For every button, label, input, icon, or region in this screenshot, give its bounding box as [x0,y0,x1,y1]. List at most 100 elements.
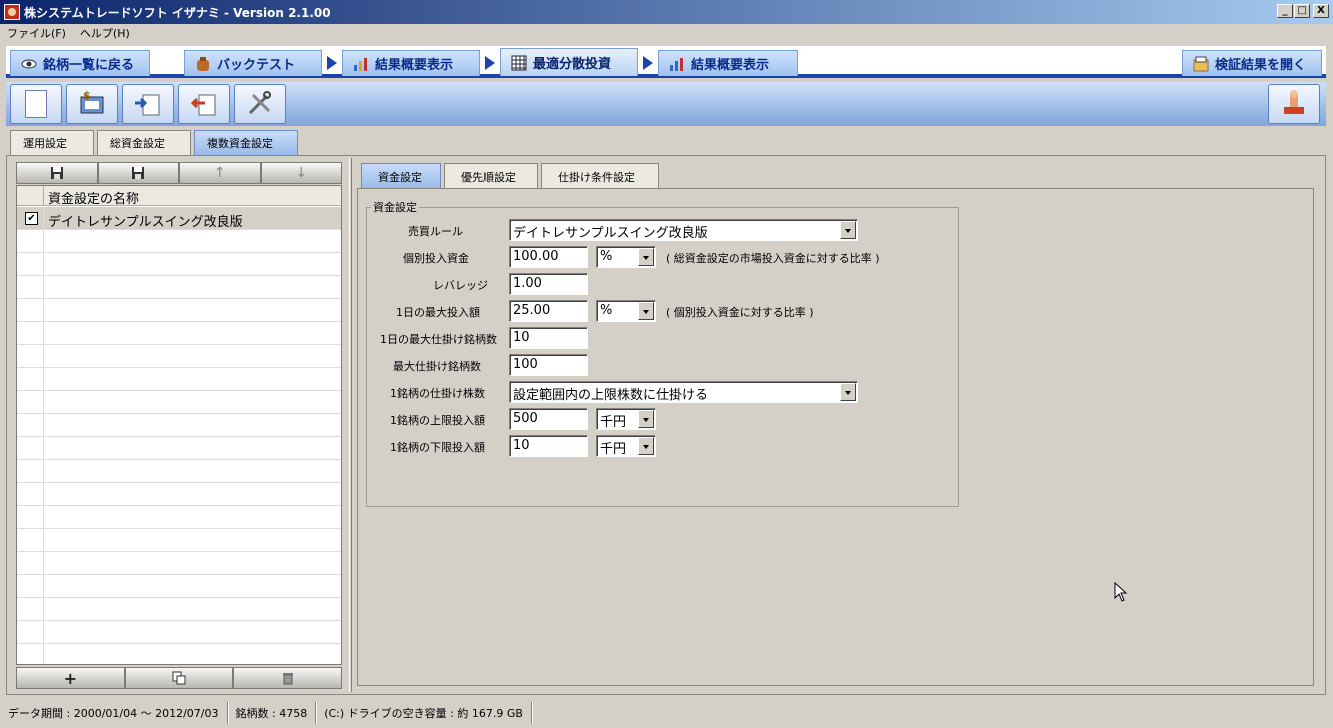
daily-max-stocks-label: 1日の最大仕掛け銘柄数 [380,333,497,346]
table-row [17,299,341,322]
minimize-button[interactable]: _ [1277,4,1293,18]
row-name: デイトレサンプルスイング改良版 [48,215,243,230]
tab-capital-settings[interactable]: 資金設定 [361,163,441,189]
nav-result-summary-2[interactable]: 結果概要表示 [658,50,798,76]
tab-multiple-capital-settings[interactable]: 複数資金設定 [194,130,298,155]
table-row [17,345,341,368]
trade-rule-select[interactable]: デイトレサンプルスイング改良版 [509,219,858,241]
tab-entry-condition-settings[interactable]: 仕掛け条件設定 [541,163,659,189]
nav-tab-label: 結果概要表示 [375,58,454,73]
status-stock-count: 銘柄数 : 4758 [228,702,317,724]
trade-rule-value: デイトレサンプルスイング改良版 [513,226,708,241]
chevron-down-icon [638,302,654,320]
individual-capital-unit: % [600,249,613,264]
lower-limit-label: 1銘柄の下限投入額 [390,441,485,454]
upper-limit-unit: 千円 [600,415,627,430]
nav-arrow-icon [643,56,653,70]
new-document-icon [25,90,47,118]
copy-button[interactable] [124,667,234,689]
upper-limit-unit-select[interactable]: 千円 [596,408,656,430]
delete-button[interactable] [233,667,343,689]
group-title: 資金設定 [371,199,419,215]
nav-optimal-diversification[interactable]: 最適分散投資 [500,48,638,76]
lower-limit-unit-select[interactable]: 千円 [596,435,656,457]
table-row [17,368,341,391]
leverage-input[interactable]: 1.00 [509,273,588,295]
save-as-button[interactable] [97,162,179,184]
table-row [17,575,341,598]
tab-operation-settings[interactable]: 運用設定 [10,130,94,155]
mouse-cursor-icon [1114,582,1128,602]
grid-header-name: 資金設定の名称 [48,192,140,207]
export-icon [133,89,163,120]
add-button[interactable]: + [16,667,125,689]
status-drive-space: (C:) ドライブの空き容量 : 約 167.9 GB [316,702,532,724]
daily-max-stocks-input[interactable]: 10 [509,327,588,349]
move-up-icon: ↑ [213,165,226,181]
individual-capital-input[interactable]: 100.00 [509,246,588,268]
eye-icon [21,56,37,72]
save-button[interactable] [16,162,98,184]
list-toolbar: ↑ ↓ [16,162,342,184]
table-row [17,322,341,345]
close-button[interactable]: X [1313,4,1329,18]
tab-priority-settings[interactable]: 優先順設定 [444,163,538,189]
bag-icon [195,56,211,72]
table-row [17,276,341,299]
chevron-down-icon [840,383,856,401]
money-calculator-button[interactable]: $ [66,84,118,124]
new-document-button[interactable] [10,84,62,124]
table-row [17,414,341,437]
table-row[interactable]: ✔ デイトレサンプルスイング改良版 [17,207,341,230]
shares-per-stock-select[interactable]: 設定範囲内の上限株数に仕掛ける [509,381,858,403]
chart-icon [353,56,369,72]
nav-backtest[interactable]: バックテスト [184,50,322,76]
chevron-down-icon [638,248,654,266]
grid-icon [511,55,527,71]
row-checkbox[interactable]: ✔ [25,212,38,225]
table-row [17,506,341,529]
lower-limit-unit: 千円 [600,442,627,457]
table-row [17,621,341,644]
nav-arrow-icon [485,56,495,70]
individual-capital-unit-select[interactable]: % [596,246,656,268]
menu-file[interactable]: ファイル(F) [0,25,73,41]
export-button[interactable] [122,84,174,124]
bar-chart-icon [669,56,685,72]
tools-button[interactable] [234,84,286,124]
import-button[interactable] [178,84,230,124]
daily-max-input[interactable]: 25.00 [509,300,588,322]
chevron-down-icon [840,221,856,239]
lower-limit-input[interactable]: 10 [509,435,588,457]
upper-limit-input[interactable]: 500 [509,408,588,430]
stamp-button[interactable] [1268,84,1320,124]
table-row [17,437,341,460]
grid-header-check-column [17,186,44,206]
table-row [17,644,341,664]
move-down-button[interactable]: ↓ [260,162,342,184]
capital-settings-grid: 資金設定の名称 ✔ デイトレサンプルスイング改良版 [16,185,342,665]
individual-capital-note: ( 総資金設定の市場投入資金に対する比率 ) [666,252,880,265]
chevron-down-icon [638,410,654,428]
open-results-label: 検証結果を開く [1215,58,1307,73]
menu-bar: ファイル(F) ヘルプ(H) [0,24,1333,42]
stamp-icon [1279,89,1309,120]
grid-header: 資金設定の名称 [17,186,341,207]
menu-help[interactable]: ヘルプ(H) [73,25,137,41]
workflow-nav: 銘柄一覧に戻る バックテスト 結果概要表示 最適分散投資 結果概要表示 検証結果… [6,46,1326,78]
main-toolbar: $ [6,82,1326,126]
tab-total-capital-settings[interactable]: 総資金設定 [97,130,191,155]
maximize-button[interactable]: □ [1294,4,1310,18]
move-up-button[interactable]: ↑ [179,162,261,184]
nav-tab-label: バックテスト [217,58,296,73]
max-stocks-input[interactable]: 100 [509,354,588,376]
move-down-icon: ↓ [295,165,308,181]
nav-back-to-list[interactable]: 銘柄一覧に戻る [10,50,150,76]
save-as-icon [132,167,145,179]
open-results-button[interactable]: 検証結果を開く [1182,50,1322,76]
table-row [17,552,341,575]
open-folder-icon [1193,56,1209,72]
daily-max-unit-select[interactable]: % [596,300,656,322]
nav-result-summary-1[interactable]: 結果概要表示 [342,50,480,76]
shares-per-stock-value: 設定範囲内の上限株数に仕掛ける [513,388,709,403]
